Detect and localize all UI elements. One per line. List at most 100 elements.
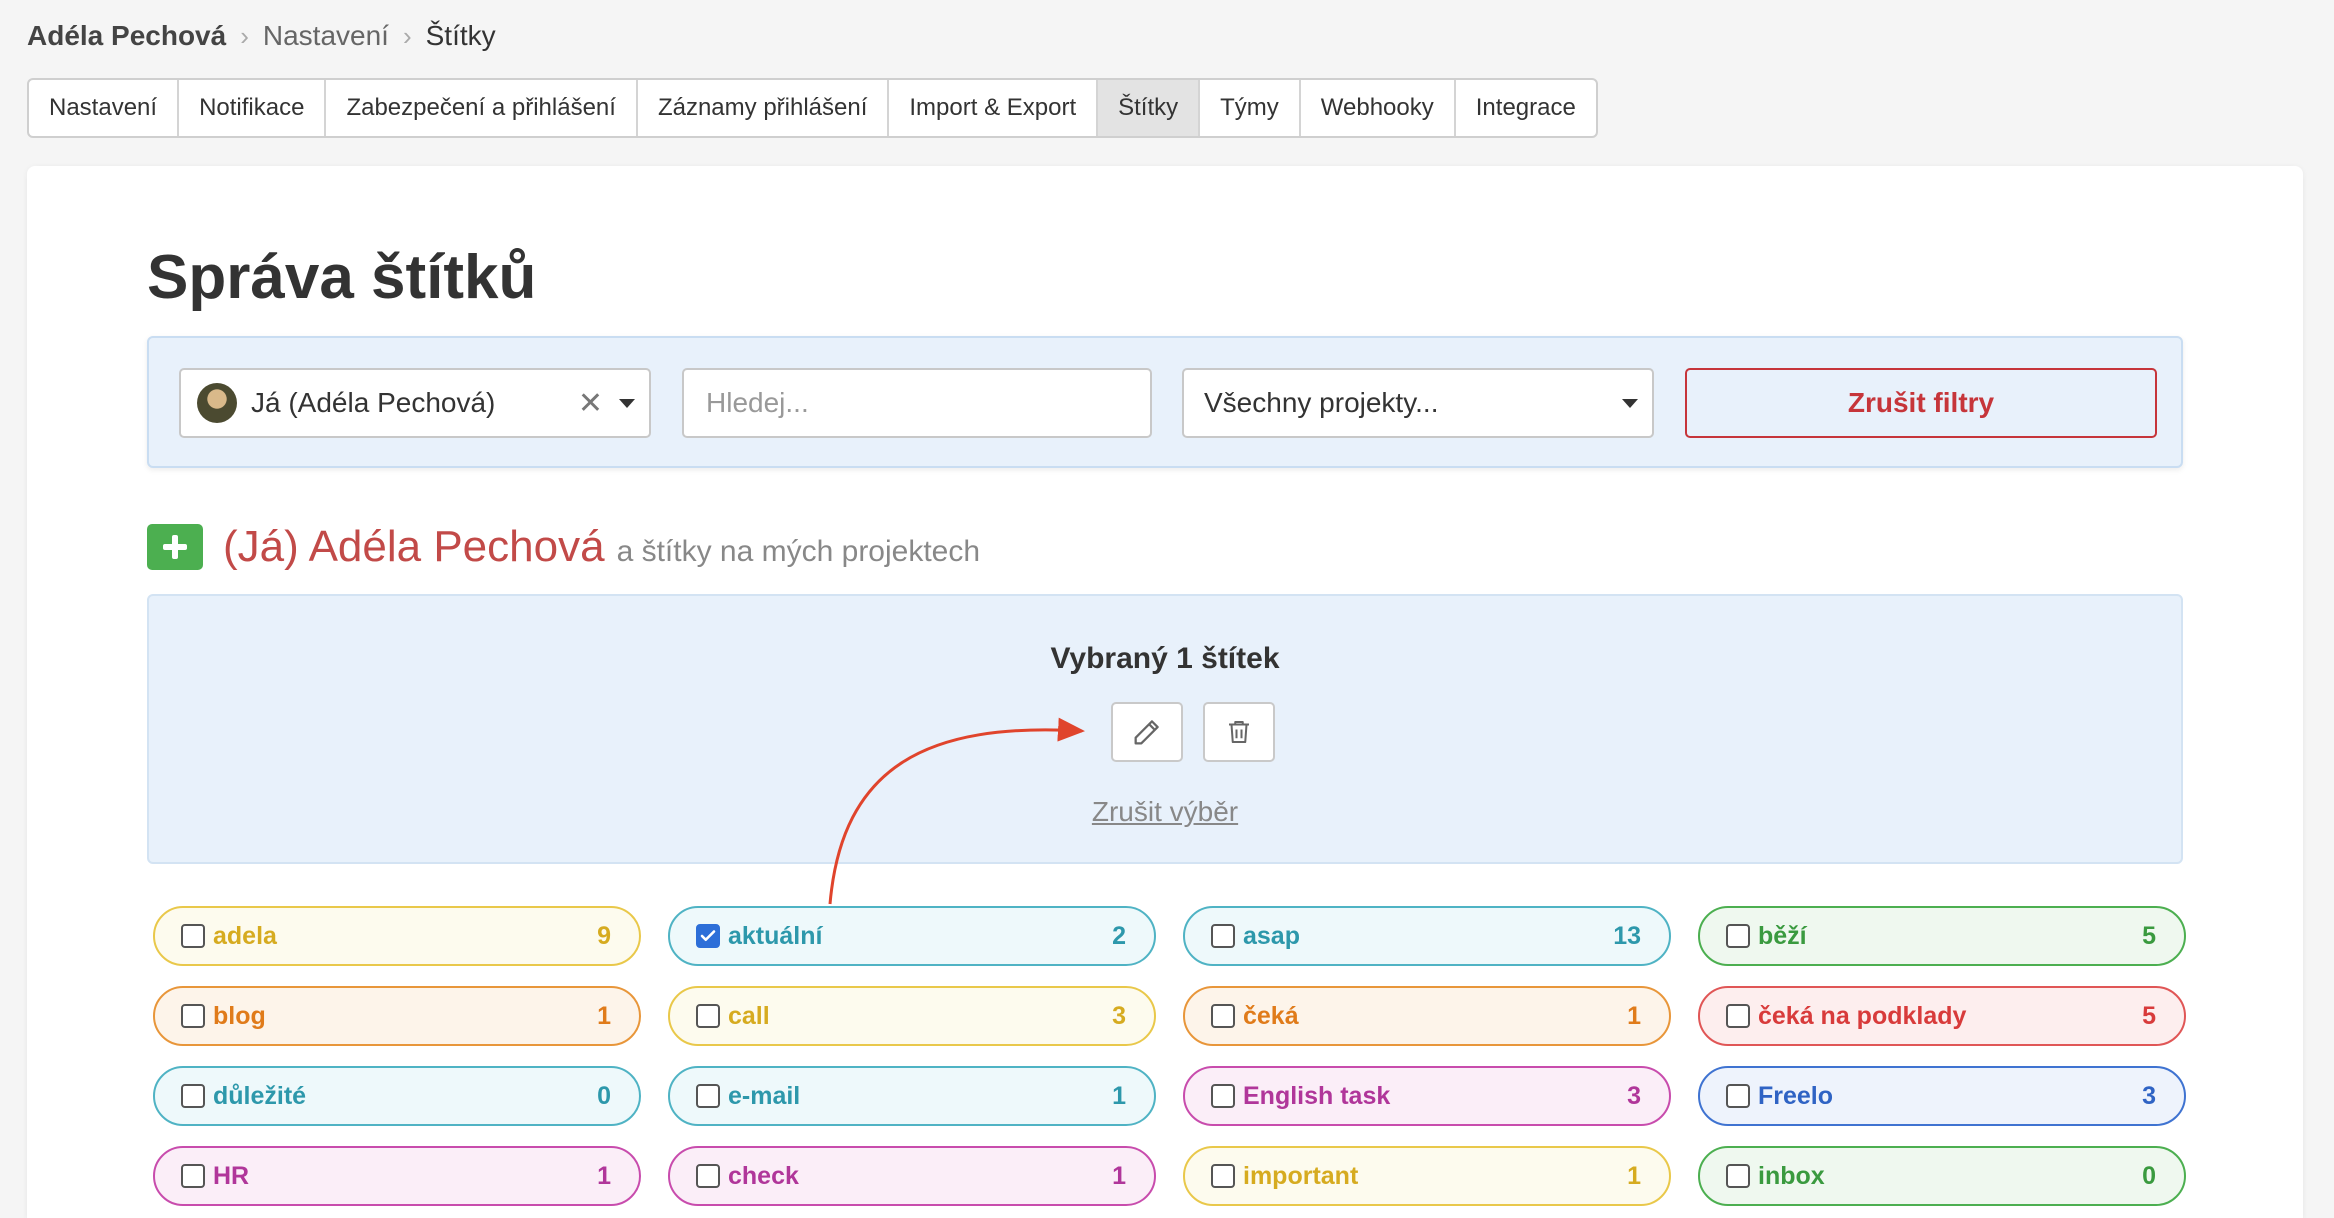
label-count: 5	[2142, 921, 2156, 950]
tab-teams[interactable]: Týmy	[1200, 80, 1301, 136]
user-filter-value: Já (Adéla Pechová)	[251, 387, 496, 418]
label-pill[interactable]: Freelo 3	[1698, 1066, 2186, 1126]
label-name: čeká	[1243, 1001, 1299, 1030]
label-pill[interactable]: check 1	[668, 1146, 1156, 1206]
label-count: 1	[597, 1001, 611, 1030]
tab-login-records[interactable]: Záznamy přihlášení	[638, 80, 890, 136]
label-count: 1	[597, 1161, 611, 1190]
label-count: 3	[1627, 1081, 1641, 1110]
label-count: 2	[1112, 921, 1126, 950]
tab-notifications[interactable]: Notifikace	[179, 80, 327, 136]
label-name: běží	[1758, 921, 1807, 950]
label-name: blog	[213, 1001, 266, 1030]
user-filter-select[interactable]: Já (Adéla Pechová) ✕	[179, 368, 651, 438]
label-pill[interactable]: asap 13	[1183, 906, 1671, 966]
label-pill[interactable]: e-mail 1	[668, 1066, 1156, 1126]
search-input[interactable]	[682, 368, 1152, 438]
tab-integrations[interactable]: Integrace	[1456, 80, 1596, 136]
settings-tabs: Nastavení Notifikace Zabezpečení a přihl…	[27, 78, 1598, 138]
breadcrumb-separator-icon: ›	[240, 20, 249, 51]
label-checkbox[interactable]	[181, 924, 205, 948]
label-checkbox[interactable]	[696, 1164, 720, 1188]
tab-import-export[interactable]: Import & Export	[889, 80, 1099, 136]
pencil-icon	[1134, 720, 1159, 745]
tab-webhooks[interactable]: Webhooky	[1301, 80, 1456, 136]
label-checkbox[interactable]	[1211, 1004, 1235, 1028]
label-pill[interactable]: běží 5	[1698, 906, 2186, 966]
label-count: 3	[2142, 1081, 2156, 1110]
label-count: 3	[1112, 1001, 1126, 1030]
label-pill[interactable]: important 1	[1183, 1146, 1671, 1206]
label-checkbox[interactable]	[181, 1164, 205, 1188]
label-pill[interactable]: HR 1	[153, 1146, 641, 1206]
section-owner-name: (Já) Adéla Pechová	[223, 522, 605, 571]
label-name: čeká na podklady	[1758, 1001, 1967, 1030]
breadcrumb-current: Štítky	[425, 20, 496, 51]
label-checkbox[interactable]	[1211, 1164, 1235, 1188]
edit-button[interactable]	[1111, 702, 1183, 762]
label-name: HR	[213, 1161, 250, 1190]
plus-icon	[163, 535, 187, 559]
label-pill[interactable]: blog 1	[153, 986, 641, 1046]
label-checkbox[interactable]	[1211, 1084, 1235, 1108]
label-name: call	[728, 1001, 770, 1030]
label-name: important	[1243, 1161, 1359, 1190]
label-grid: adela 9 aktuální 2 asap 13 běží 5 blog 1 call…	[153, 906, 2186, 1206]
tab-settings[interactable]: Nastavení	[29, 80, 180, 136]
project-filter-select[interactable]: Všechny projekty...	[1182, 368, 1654, 438]
reset-filters-button[interactable]: Zrušit filtry	[1685, 368, 2157, 438]
label-name: inbox	[1758, 1161, 1825, 1190]
breadcrumb: Adéla Pechová › Nastavení › Štítky	[27, 18, 496, 54]
filter-bar: Já (Adéla Pechová) ✕ Všechny projekty...…	[147, 336, 2183, 468]
label-pill[interactable]: aktuální 2	[668, 906, 1156, 966]
label-checkbox[interactable]	[181, 1084, 205, 1108]
label-count: 1	[1112, 1161, 1126, 1190]
label-name: e-mail	[728, 1081, 801, 1110]
label-pill[interactable]: call 3	[668, 986, 1156, 1046]
label-checkbox[interactable]	[1211, 924, 1235, 948]
label-count: 0	[597, 1081, 611, 1110]
label-pill[interactable]: inbox 0	[1698, 1146, 2186, 1206]
delete-button[interactable]	[1203, 702, 1275, 762]
label-checkbox[interactable]	[1726, 1084, 1750, 1108]
label-name: adela	[213, 921, 277, 950]
chevron-down-icon[interactable]	[1622, 398, 1638, 408]
label-checkbox-checked[interactable]	[696, 924, 720, 948]
label-name: check	[728, 1161, 799, 1190]
chevron-down-icon[interactable]	[619, 398, 635, 408]
project-filter-value: Všechny projekty...	[1204, 387, 1439, 418]
breadcrumb-settings-link[interactable]: Nastavení	[263, 20, 389, 52]
label-pill[interactable]: důležité 0	[153, 1066, 641, 1126]
breadcrumb-user-link[interactable]: Adéla Pechová	[27, 20, 226, 52]
breadcrumb-separator-icon: ›	[402, 20, 412, 51]
avatar	[197, 383, 237, 423]
section-subtitle: a štítky na mých projektech	[616, 535, 981, 568]
main-card: Správa štítků Já (Adéla Pechová) ✕ Všech…	[27, 166, 2303, 1218]
label-count: 0	[2142, 1161, 2156, 1190]
label-count: 1	[1112, 1081, 1126, 1110]
label-name: English task	[1243, 1081, 1391, 1110]
tab-security[interactable]: Zabezpečení a přihlášení	[326, 80, 638, 136]
label-checkbox[interactable]	[181, 1004, 205, 1028]
label-checkbox[interactable]	[1726, 924, 1750, 948]
label-name: Freelo	[1758, 1081, 1834, 1110]
label-pill[interactable]: čeká na podklady 5	[1698, 986, 2186, 1046]
cancel-selection-link[interactable]: Zrušit výběr	[149, 796, 2181, 828]
label-pill[interactable]: adela 9	[153, 906, 641, 966]
label-checkbox[interactable]	[1726, 1004, 1750, 1028]
selection-panel: Vybraný 1 štítek Zrušit výběr	[147, 594, 2183, 864]
label-pill[interactable]: English task 3	[1183, 1066, 1671, 1126]
check-icon	[700, 930, 716, 942]
add-label-button[interactable]	[147, 524, 203, 570]
label-checkbox[interactable]	[696, 1084, 720, 1108]
label-checkbox[interactable]	[696, 1004, 720, 1028]
section-header: (Já) Adéla Pechová a štítky na mých proj…	[147, 522, 980, 572]
clear-icon[interactable]: ✕	[578, 386, 603, 421]
tab-labels[interactable]: Štítky	[1098, 80, 1201, 136]
label-count: 1	[1627, 1161, 1641, 1190]
label-pill[interactable]: čeká 1	[1183, 986, 1671, 1046]
label-count: 9	[597, 921, 611, 950]
label-checkbox[interactable]	[1726, 1164, 1750, 1188]
trash-icon	[1229, 721, 1249, 743]
label-count: 13	[1613, 921, 1641, 950]
